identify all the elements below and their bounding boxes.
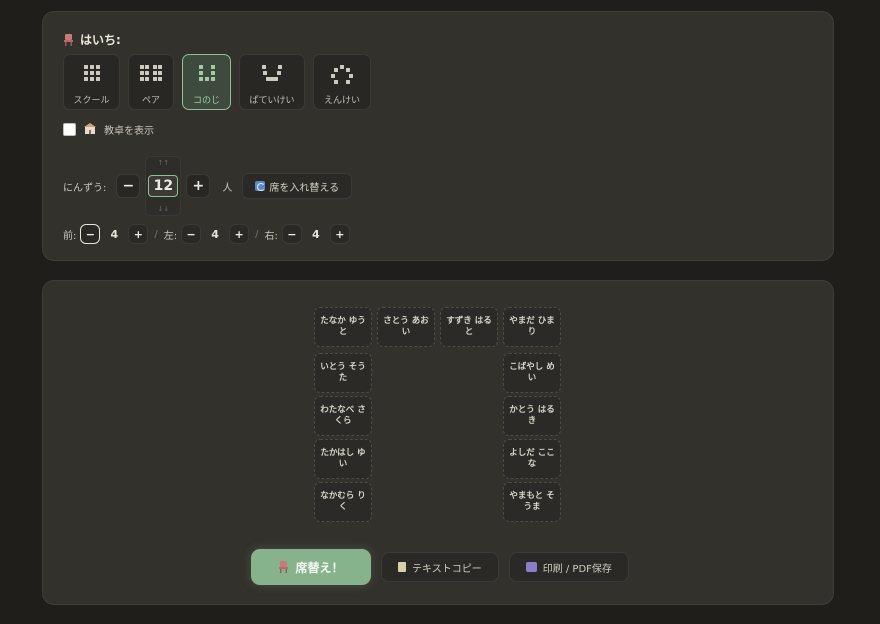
shuffle-seats-label: 席替え！ bbox=[295, 560, 344, 575]
seat[interactable]: かとう はるき bbox=[503, 396, 561, 436]
school-grid-icon bbox=[81, 65, 103, 85]
count-value[interactable]: 12 bbox=[148, 175, 179, 197]
layout-circle-label: えんけい bbox=[323, 96, 360, 106]
chair-icon bbox=[278, 561, 289, 573]
layout-trapezoid-button[interactable]: ぱていけい bbox=[239, 54, 305, 110]
seat[interactable]: なかむら りく bbox=[314, 482, 372, 522]
seat[interactable]: さとう あおい bbox=[377, 307, 435, 347]
show-desk-row: 教卓を表示 bbox=[63, 122, 154, 137]
right-decrement-button[interactable]: − bbox=[281, 224, 302, 244]
seat[interactable]: すずき はると bbox=[440, 307, 498, 347]
pair-grid-icon bbox=[140, 65, 162, 85]
layout-school-label: スクール bbox=[73, 96, 110, 106]
chair-icon bbox=[63, 33, 74, 46]
count-label: にんずう: bbox=[63, 182, 107, 194]
layout-pair-label: ペア bbox=[141, 96, 160, 106]
left-label: 左: bbox=[163, 230, 178, 242]
separator: / bbox=[154, 228, 158, 240]
count-unit: 人 bbox=[222, 182, 233, 194]
layout-options: スクール ペア コのじ ぱていけい えんけい bbox=[63, 54, 371, 110]
layout-title: はいち: bbox=[80, 33, 121, 47]
seat[interactable]: やまもと そうま bbox=[503, 482, 561, 522]
printer-icon bbox=[525, 562, 537, 572]
clipboard-icon bbox=[398, 562, 406, 572]
layout-section-title: はいち: bbox=[63, 31, 121, 48]
count-increment-button[interactable]: + bbox=[186, 174, 211, 198]
layout-trapezoid-label: ぱていけい bbox=[249, 96, 295, 106]
left-value: 4 bbox=[211, 227, 219, 241]
seat[interactable]: こばやし めい bbox=[503, 353, 561, 393]
action-bar: 席替え！ テキストコピー 印刷 / PDF保存 bbox=[251, 549, 629, 585]
front-decrement-button[interactable]: − bbox=[80, 224, 101, 244]
layout-pair-button[interactable]: ペア bbox=[128, 54, 174, 110]
show-desk-checkbox[interactable] bbox=[63, 123, 76, 136]
count-row: にんずう: − ↑↑ 12 ↓↓ + 人 席を入れ替える bbox=[63, 156, 353, 216]
print-button[interactable]: 印刷 / PDF保存 bbox=[508, 552, 629, 582]
layout-u-shape-label: コのじ bbox=[192, 96, 220, 106]
trapezoid-icon bbox=[261, 65, 283, 85]
seat[interactable]: やまだ ひまり bbox=[503, 307, 561, 347]
left-increment-button[interactable]: + bbox=[229, 224, 250, 244]
seat[interactable]: よしだ ここな bbox=[503, 439, 561, 479]
count-down-arrow-icon[interactable]: ↓↓ bbox=[146, 205, 180, 213]
school-icon bbox=[84, 122, 96, 137]
circle-icon bbox=[331, 65, 353, 85]
right-label: 右: bbox=[264, 230, 278, 242]
show-desk-label: 教卓を表示 bbox=[104, 126, 154, 137]
shuffle-icon bbox=[255, 181, 266, 191]
count-decrement-button[interactable]: − bbox=[116, 174, 141, 198]
copy-text-label: テキストコピー bbox=[412, 563, 482, 575]
layout-school-button[interactable]: スクール bbox=[63, 54, 120, 110]
print-label: 印刷 / PDF保存 bbox=[542, 563, 612, 575]
seat[interactable]: たかはし ゆい bbox=[314, 439, 372, 479]
swap-seats-label: 席を入れ替える bbox=[269, 182, 340, 194]
seat[interactable]: わたなべ さくら bbox=[314, 396, 372, 436]
seat[interactable]: たなか ゆうと bbox=[314, 307, 372, 347]
front-increment-button[interactable]: + bbox=[128, 224, 149, 244]
left-decrement-button[interactable]: − bbox=[181, 224, 202, 244]
seat[interactable]: いとう そうた bbox=[314, 353, 372, 393]
count-stepper[interactable]: ↑↑ 12 ↓↓ bbox=[145, 156, 182, 216]
side-counts-row: 前: − 4 + / 左: − 4 + / 右: − 4 + bbox=[63, 224, 350, 244]
layout-circle-button[interactable]: えんけい bbox=[313, 54, 371, 110]
copy-text-button[interactable]: テキストコピー bbox=[381, 552, 499, 582]
seating-panel: たなか ゆうと さとう あおい すずき はると やまだ ひまり いとう そうた … bbox=[42, 280, 834, 605]
settings-panel: はいち: スクール ペア コのじ ぱていけい えんけい 教卓を表示 にんずう: … bbox=[42, 11, 834, 261]
count-up-arrow-icon[interactable]: ↑↑ bbox=[146, 159, 180, 167]
right-increment-button[interactable]: + bbox=[329, 224, 350, 244]
right-value: 4 bbox=[312, 227, 320, 241]
u-shape-icon bbox=[196, 65, 218, 85]
front-label: 前: bbox=[63, 230, 77, 242]
shuffle-seats-button[interactable]: 席替え！ bbox=[251, 549, 371, 585]
layout-u-shape-button[interactable]: コのじ bbox=[182, 54, 231, 110]
separator: / bbox=[255, 228, 259, 240]
front-value: 4 bbox=[110, 227, 119, 241]
swap-seats-button[interactable]: 席を入れ替える bbox=[242, 173, 353, 199]
